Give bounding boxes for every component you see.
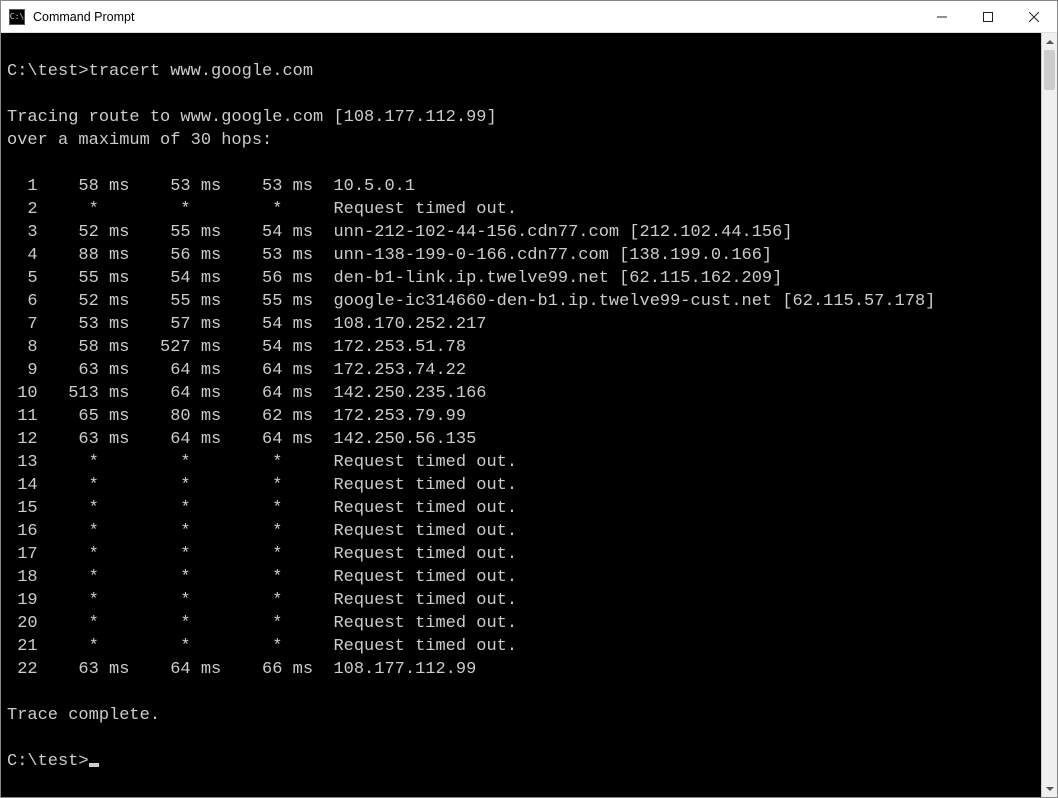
scroll-down-arrow[interactable]	[1042, 780, 1057, 797]
scroll-thumb[interactable]	[1044, 50, 1055, 90]
maximize-button[interactable]	[965, 1, 1011, 32]
terminal-area: C:\test>tracert www.google.com Tracing r…	[1, 33, 1057, 797]
command-prompt-window: C:\ Command Prompt C:\test>tracert www.g…	[0, 0, 1058, 798]
titlebar[interactable]: C:\ Command Prompt	[1, 1, 1057, 33]
scroll-up-arrow[interactable]	[1042, 33, 1057, 50]
terminal-output[interactable]: C:\test>tracert www.google.com Tracing r…	[1, 33, 1041, 797]
scrollbar[interactable]	[1041, 33, 1057, 797]
app-icon: C:\	[9, 9, 25, 25]
window-controls	[919, 1, 1057, 32]
scroll-track[interactable]	[1042, 50, 1057, 780]
minimize-button[interactable]	[919, 1, 965, 32]
close-button[interactable]	[1011, 1, 1057, 32]
window-title: Command Prompt	[33, 10, 919, 24]
cursor	[89, 763, 99, 767]
